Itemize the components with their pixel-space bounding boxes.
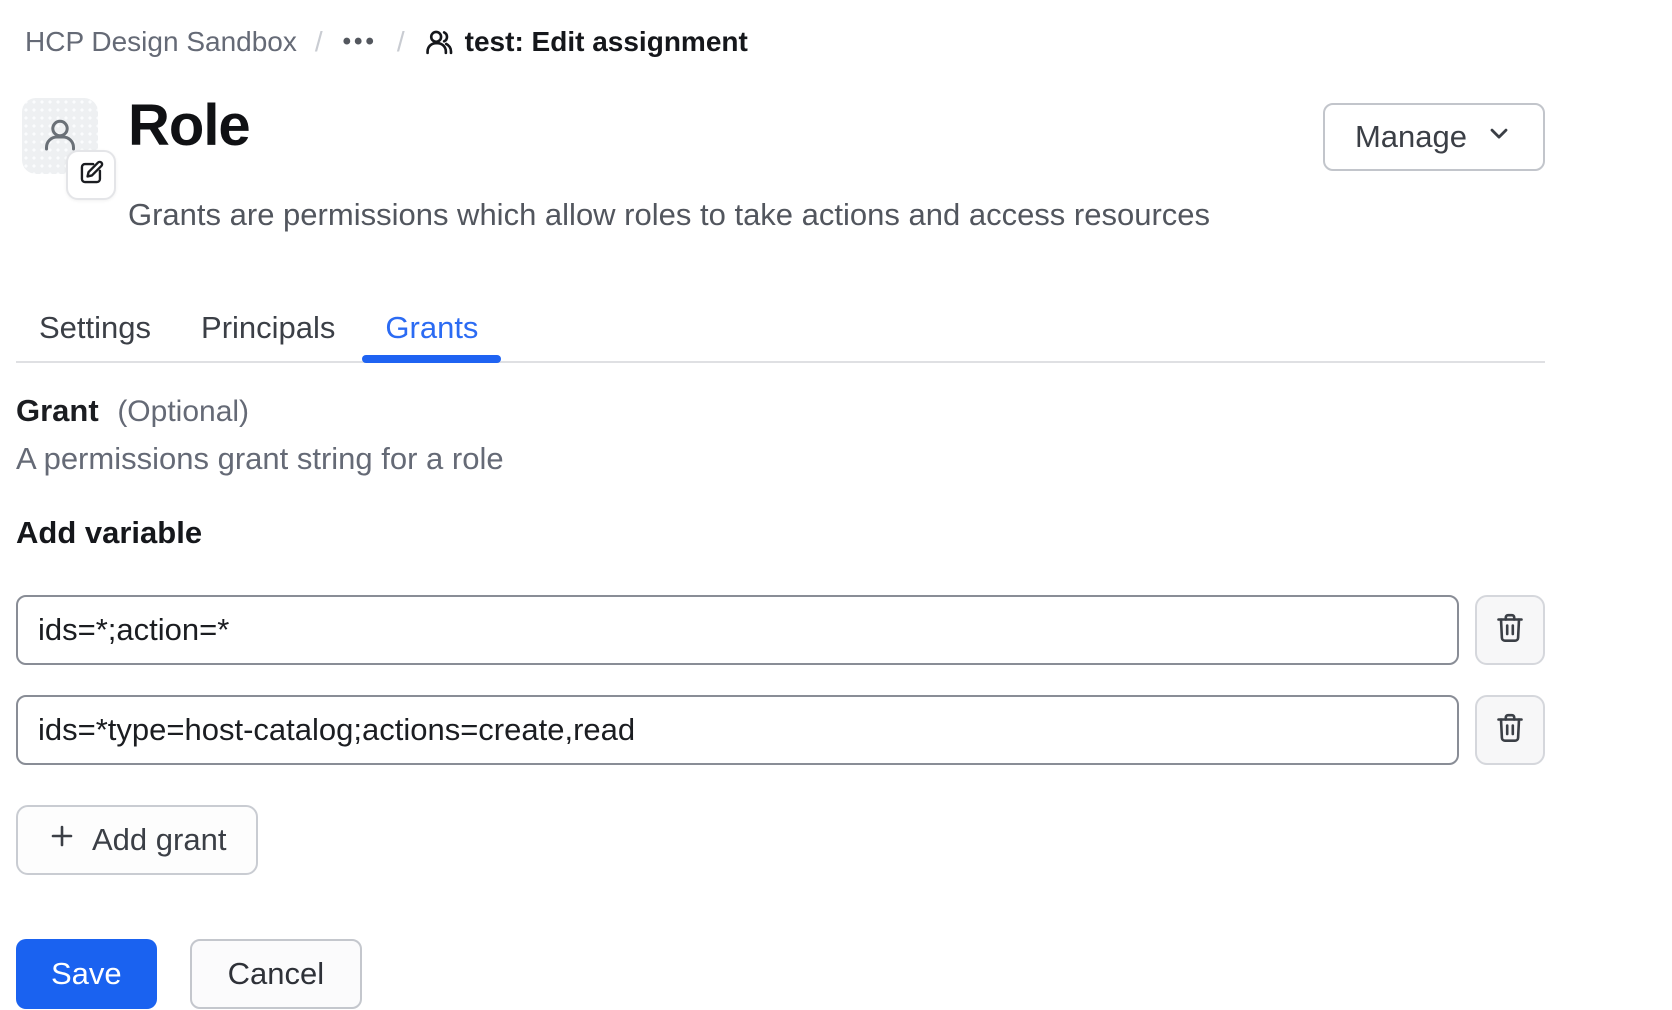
page-title: Role: [128, 94, 1323, 158]
grant-row: [16, 595, 1545, 665]
role-avatar: [22, 98, 98, 174]
add-grant-button-label: Add grant: [92, 822, 226, 858]
add-grant-button[interactable]: Add grant: [16, 805, 258, 875]
breadcrumb-ellipsis-menu[interactable]: •••: [341, 28, 379, 56]
breadcrumb-current-label: test: Edit assignment: [465, 26, 748, 58]
form-actions: Save Cancel: [16, 939, 1545, 1009]
grants-form: Grant (Optional) A permissions grant str…: [16, 393, 1545, 1009]
delete-grant-button-1[interactable]: [1475, 595, 1545, 665]
grant-string-input-1[interactable]: [16, 595, 1459, 665]
tab-grants[interactable]: Grants: [362, 295, 501, 361]
breadcrumb-item-current: test: Edit assignment: [423, 26, 748, 58]
edit-avatar-button[interactable]: [66, 150, 116, 200]
grant-field-label: Grant: [16, 393, 99, 428]
grant-field-optional: (Optional): [117, 395, 249, 428]
tab-principals[interactable]: Principals: [178, 295, 358, 361]
role-edit-page: HCP Design Sandbox / ••• / test: Edit as…: [16, 0, 1545, 1009]
breadcrumb: HCP Design Sandbox / ••• / test: Edit as…: [16, 0, 1545, 58]
tab-grants-label: Grants: [385, 310, 478, 346]
tab-settings-label: Settings: [39, 310, 151, 346]
plus-icon: [48, 822, 76, 858]
grant-row: [16, 695, 1545, 765]
trash-icon: [1493, 611, 1527, 648]
trash-icon: [1493, 711, 1527, 748]
page-subtitle: Grants are permissions which allow roles…: [128, 197, 1323, 233]
manage-button-label: Manage: [1355, 119, 1467, 155]
chevron-down-icon: [1485, 119, 1513, 155]
tab-principals-label: Principals: [201, 310, 335, 346]
add-variable-label: Add variable: [16, 515, 1545, 551]
cancel-button[interactable]: Cancel: [190, 939, 363, 1009]
delete-grant-button-2[interactable]: [1475, 695, 1545, 765]
edit-icon: [78, 159, 105, 191]
grant-field-help-text: A permissions grant string for a role: [16, 441, 1545, 477]
tab-settings[interactable]: Settings: [16, 295, 174, 361]
manage-button[interactable]: Manage: [1323, 103, 1545, 171]
page-header: Role Grants are permissions which allow …: [16, 98, 1545, 233]
breadcrumb-separator: /: [397, 26, 405, 58]
tab-bar: Settings Principals Grants: [16, 295, 1545, 363]
grant-field-label-row: Grant (Optional): [16, 393, 1545, 429]
save-button[interactable]: Save: [16, 939, 157, 1009]
breadcrumb-item-hcp-design-sandbox[interactable]: HCP Design Sandbox: [25, 26, 297, 58]
breadcrumb-separator: /: [315, 26, 323, 58]
grant-string-input-2[interactable]: [16, 695, 1459, 765]
header-text-block: Role Grants are permissions which allow …: [128, 98, 1323, 233]
users-icon: [423, 26, 455, 58]
